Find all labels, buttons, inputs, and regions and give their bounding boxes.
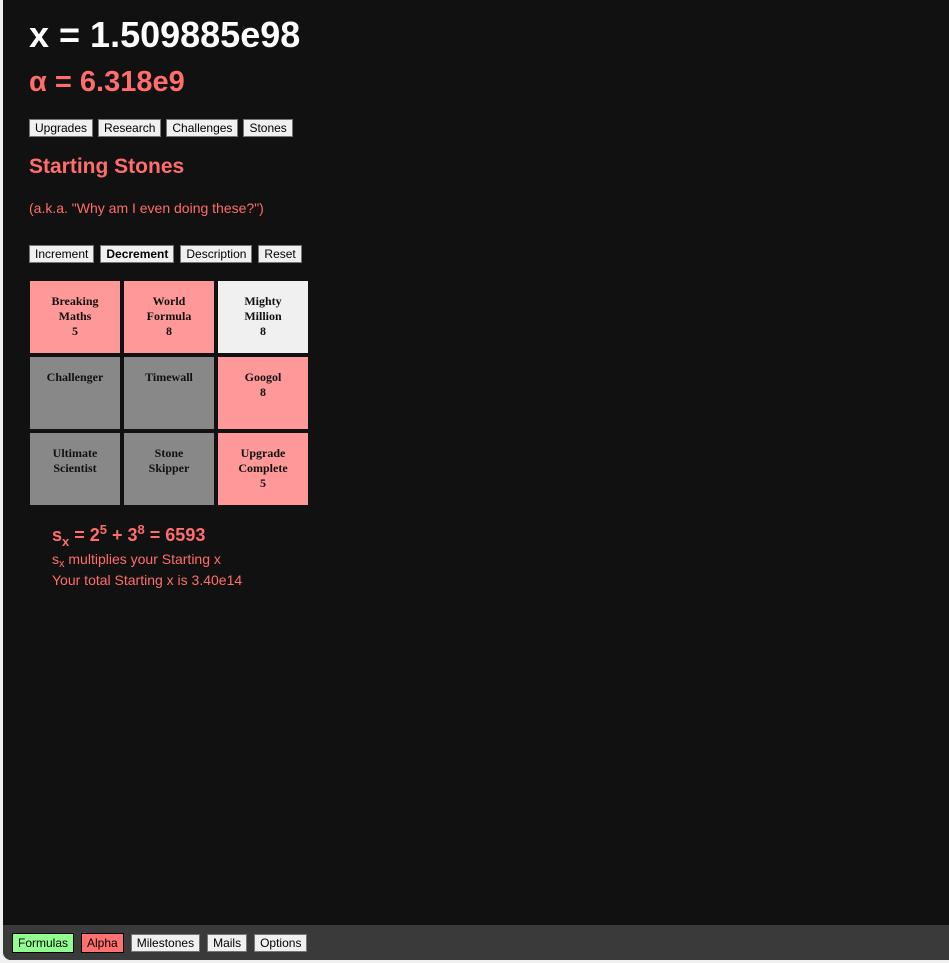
stones-grid: Breaking Maths 5 World Formula 8 Mighty … xyxy=(30,281,308,505)
stone-formula: sx = 25 + 38 = 6593 sx multiplies your S… xyxy=(52,522,242,588)
stone-mighty-million[interactable]: Mighty Million 8 xyxy=(218,281,308,353)
stone-name: Scientist xyxy=(53,461,97,475)
stone-level: 5 xyxy=(260,476,266,490)
decrement-button[interactable]: Decrement xyxy=(100,245,175,263)
tab-stones[interactable]: Stones xyxy=(243,119,293,137)
stone-breaking-maths[interactable]: Breaking Maths 5 xyxy=(30,281,120,353)
stone-level: 5 xyxy=(72,324,78,338)
page-title: Starting Stones xyxy=(29,155,185,178)
nav-milestones[interactable]: Milestones xyxy=(130,934,201,952)
nav-alpha[interactable]: Alpha xyxy=(81,933,124,953)
stone-level: 8 xyxy=(260,385,266,399)
alpha-value: α = 6.318e9 xyxy=(29,66,185,98)
tab-upgrades[interactable]: Upgrades xyxy=(29,119,94,137)
stone-name: Mighty xyxy=(244,294,282,308)
alpha-tabs: Upgrades Research Challenges Stones xyxy=(29,119,298,137)
stone-name: Ultimate xyxy=(52,446,98,460)
reset-button[interactable]: Reset xyxy=(258,245,302,263)
stone-name: Upgrade xyxy=(240,446,286,460)
stone-name: Skipper xyxy=(148,461,190,475)
description-button[interactable]: Description xyxy=(180,245,253,263)
stone-name: Challenger xyxy=(46,370,104,384)
nav-options[interactable]: Options xyxy=(254,934,308,952)
stone-challenger[interactable]: Challenger xyxy=(30,357,120,429)
stone-name: Maths xyxy=(58,309,92,323)
sx-description: sx multiplies your Starting x xyxy=(52,551,221,570)
bottom-nav-bar: Formulas Alpha Milestones Mails Options xyxy=(3,925,949,960)
stone-name: Googol xyxy=(244,370,282,384)
total-starting-x: Your total Starting x is 3.40e14 xyxy=(52,572,243,588)
stone-name: Timewall xyxy=(145,370,193,384)
stone-stone-skipper[interactable]: Stone Skipper xyxy=(124,433,214,505)
tab-research[interactable]: Research xyxy=(98,119,162,137)
stone-level: 8 xyxy=(260,324,266,338)
stone-upgrade-complete[interactable]: Upgrade Complete 5 xyxy=(218,433,308,505)
stone-timewall[interactable]: Timewall xyxy=(124,357,214,429)
stone-world-formula[interactable]: World Formula 8 xyxy=(124,281,214,353)
increment-button[interactable]: Increment xyxy=(29,245,95,263)
sx-result: 6593 xyxy=(165,525,206,545)
x-value: x = 1.509885e98 xyxy=(29,14,301,55)
stone-name: Breaking xyxy=(51,294,99,308)
nav-formulas[interactable]: Formulas xyxy=(12,933,75,953)
stone-googol[interactable]: Googol 8 xyxy=(218,357,308,429)
stone-name: Stone xyxy=(154,446,184,460)
page-subtitle: (a.k.a. "Why am I even doing these?") xyxy=(29,200,264,216)
tab-challenges[interactable]: Challenges xyxy=(166,119,239,137)
stone-name: Complete xyxy=(238,461,288,475)
nav-mails[interactable]: Mails xyxy=(207,934,248,952)
stone-name: Formula xyxy=(146,309,192,323)
game-window: x = 1.509885e98 α = 6.318e9 Upgrades Rese… xyxy=(3,0,949,960)
stone-name: Million xyxy=(244,309,282,323)
stone-level: 8 xyxy=(166,324,172,338)
stone-name: World xyxy=(152,294,186,308)
stone-mode-buttons: Increment Decrement Description Reset xyxy=(29,245,308,263)
sx-formula: sx = 25 + 38 = 6593 xyxy=(52,522,206,549)
stone-ultimate-scientist[interactable]: Ultimate Scientist xyxy=(30,433,120,505)
